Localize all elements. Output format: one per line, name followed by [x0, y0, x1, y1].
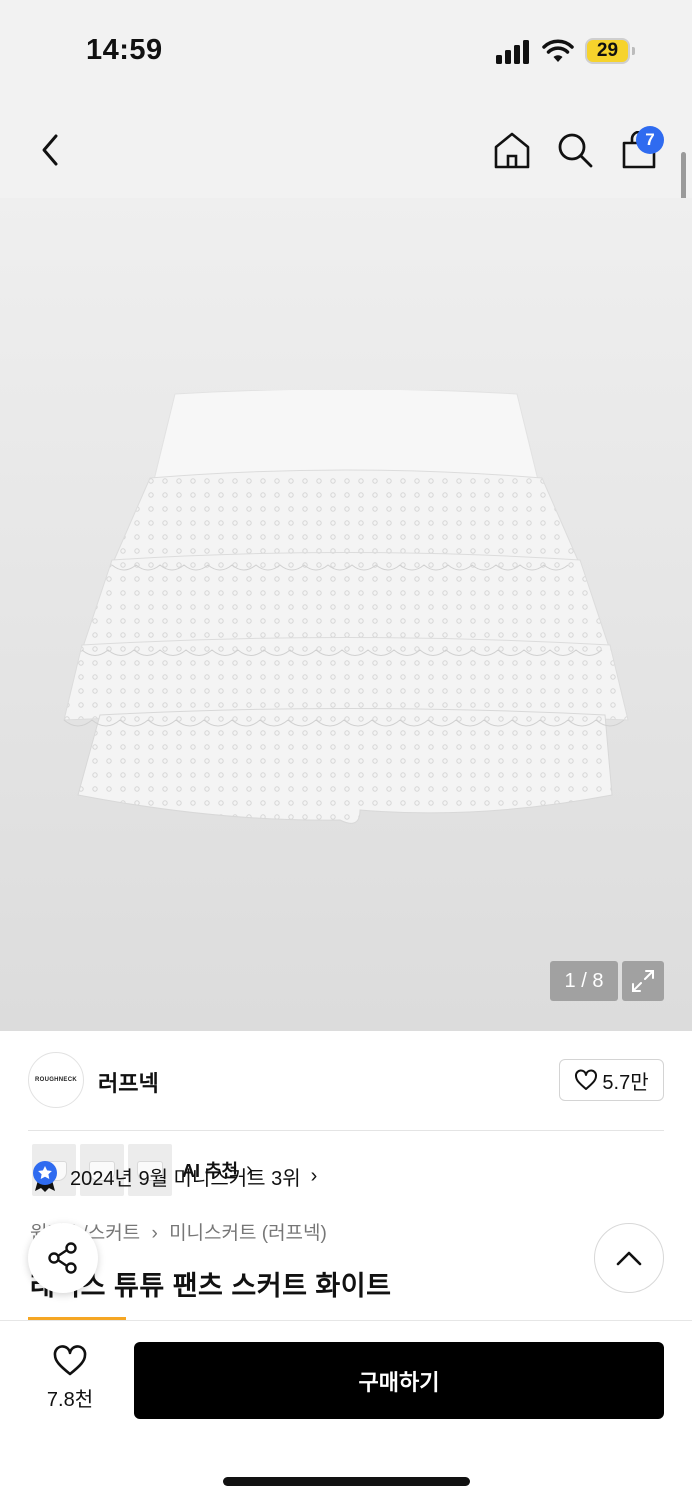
image-page-indicator: 1 / 8	[550, 961, 618, 1001]
expand-icon	[632, 970, 654, 992]
product-image-gallery[interactable]: AI 추천 ›	[0, 198, 692, 1200]
home-button[interactable]	[490, 126, 534, 174]
brand-name[interactable]: 러프넥	[98, 1066, 159, 1098]
share-icon	[48, 1242, 77, 1274]
share-button[interactable]	[28, 1223, 98, 1293]
battery-icon: 29	[585, 38, 635, 64]
battery-level: 29	[596, 40, 619, 61]
scroll-to-top-button[interactable]	[594, 1223, 664, 1293]
top-nav-bar	[0, 100, 692, 198]
breadcrumb-subcategory[interactable]: 미니스커트 (러프넥)	[169, 1223, 327, 1244]
divider	[28, 1130, 664, 1131]
chevron-up-icon	[616, 1251, 642, 1266]
search-button[interactable]	[553, 126, 597, 174]
home-indicator[interactable]	[223, 1477, 470, 1486]
ranking-link[interactable]: 2024년 9월 미니스커트 3위 ›	[30, 1160, 317, 1192]
brand-logo[interactable]: ROUGHNECK	[28, 1052, 84, 1108]
heart-icon	[575, 1069, 598, 1090]
brand-like-button[interactable]: 5.7만	[559, 1059, 664, 1101]
cellular-signal-icon	[496, 40, 529, 64]
status-time: 14:59	[86, 34, 163, 66]
wifi-icon	[542, 39, 574, 62]
home-icon	[494, 132, 530, 169]
chevron-right-icon: ›	[151, 1223, 158, 1244]
back-button[interactable]	[28, 126, 72, 174]
buy-button[interactable]: 구매하기	[134, 1342, 664, 1419]
wishlist-button[interactable]: 7.8천	[40, 1345, 100, 1412]
heart-icon	[53, 1345, 87, 1376]
back-arrow-icon	[42, 134, 58, 166]
medal-star-icon	[33, 1161, 57, 1192]
brand-like-count: 5.7만	[602, 1071, 649, 1094]
cart-count-badge: 7	[636, 126, 664, 154]
wishlist-count: 7.8천	[46, 1389, 94, 1411]
expand-image-button[interactable]	[622, 961, 664, 1001]
product-image	[63, 390, 629, 824]
ranking-text: 2024년 9월 미니스커트 3위	[70, 1167, 301, 1190]
chevron-right-icon: ›	[310, 1164, 318, 1187]
status-bar: 14:59 29	[0, 0, 692, 100]
search-icon	[558, 133, 593, 168]
